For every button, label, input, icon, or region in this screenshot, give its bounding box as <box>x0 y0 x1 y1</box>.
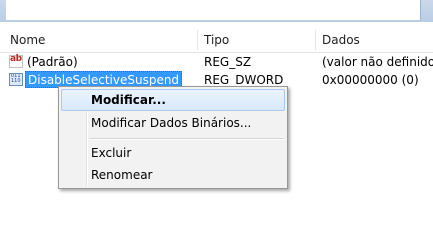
menu-item-modificar-dados-binarios[interactable]: Modificar Dados Binários... <box>61 112 285 134</box>
string-value-icon-glyph: ab <box>10 54 22 64</box>
value-data: (valor não definido) <box>322 55 433 69</box>
registry-value-row[interactable]: ab (Padrão) REG_SZ (valor não definido) <box>0 53 433 71</box>
window-top-pane <box>6 0 421 20</box>
value-type: REG_SZ <box>204 55 252 69</box>
menu-separator <box>89 138 284 140</box>
menu-item-renomear[interactable]: Renomear <box>61 164 285 186</box>
value-data: 0x00000000 (0) <box>322 73 419 87</box>
column-header-name[interactable]: Nome <box>4 28 196 52</box>
list-header: Nome Tipo Dados <box>0 28 433 53</box>
value-name: (Padrão) <box>27 55 78 69</box>
binary-value-icon: 011 110 <box>9 73 23 86</box>
window-top-border <box>0 0 433 22</box>
column-header-type[interactable]: Tipo <box>198 28 314 52</box>
menu-item-excluir[interactable]: Excluir <box>61 142 285 164</box>
string-value-icon: ab <box>9 54 23 68</box>
column-header-data[interactable]: Dados <box>316 28 433 52</box>
context-menu: Modificar... Modificar Dados Binários...… <box>58 86 288 189</box>
menu-item-modificar[interactable]: Modificar... <box>61 89 285 111</box>
